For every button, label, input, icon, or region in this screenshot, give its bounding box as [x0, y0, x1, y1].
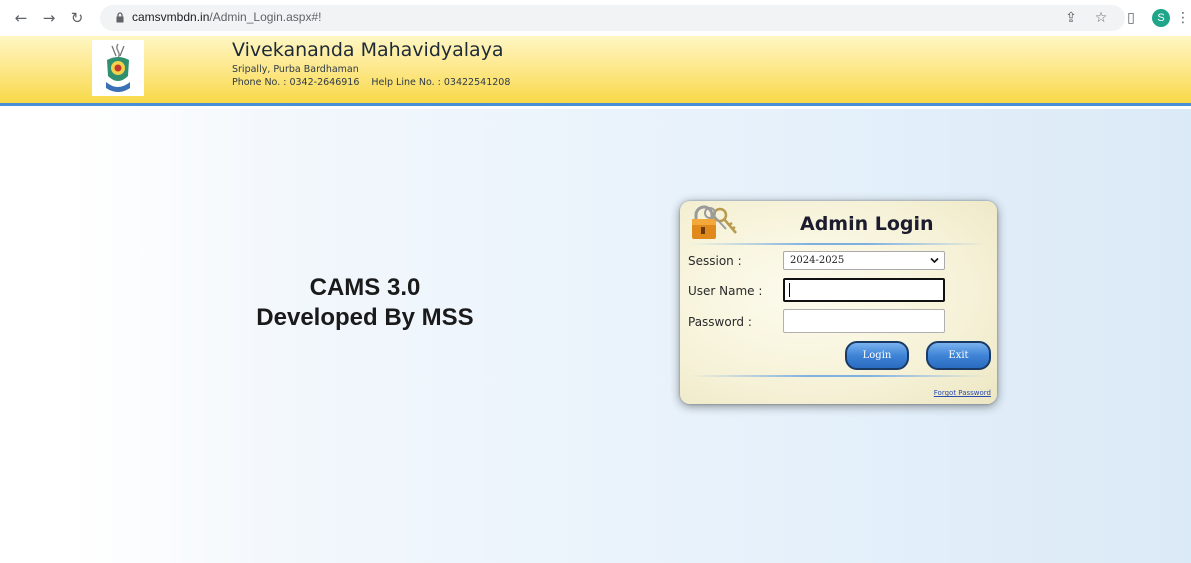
- chevron-down-icon: [930, 257, 939, 264]
- site-header: Vivekananda Mahavidyalaya Sripally, Purb…: [0, 36, 1191, 106]
- college-contact: Phone No. : 0342-2646916 Help Line No. : …: [232, 77, 522, 88]
- product-title: CAMS 3.0 Developed By MSS: [220, 273, 510, 333]
- side-panel-icon[interactable]: ▯: [1122, 9, 1140, 27]
- footer-divider: [690, 375, 986, 377]
- username-field[interactable]: [783, 278, 945, 302]
- college-address: Sripally, Purba Bardhaman: [232, 64, 359, 75]
- login-button[interactable]: Login: [845, 341, 909, 370]
- url-text: camsvmbdn.in/Admin_Login.aspx#!: [132, 10, 321, 24]
- college-name: Vivekananda Mahavidyalaya: [232, 39, 504, 61]
- url-path: /Admin_Login.aspx#!: [209, 10, 322, 24]
- main-content: CAMS 3.0 Developed By MSS: [0, 109, 1191, 563]
- lock-keys-icon: [692, 205, 737, 239]
- back-arrow-icon[interactable]: ←: [12, 9, 30, 27]
- reload-icon[interactable]: ↻: [68, 9, 86, 27]
- product-title-line1: CAMS 3.0: [309, 274, 421, 301]
- username-label: User Name :: [688, 284, 763, 298]
- lock-icon: [116, 12, 124, 23]
- login-title: Admin Login: [800, 213, 934, 235]
- address-bar[interactable]: camsvmbdn.in/Admin_Login.aspx#!: [100, 5, 1125, 31]
- exit-button[interactable]: Exit: [926, 341, 991, 370]
- helpline-number: Help Line No. : 03422541208: [371, 77, 511, 88]
- product-title-line2: Developed By MSS: [256, 304, 474, 331]
- share-icon[interactable]: ⇪: [1062, 9, 1080, 27]
- session-dropdown[interactable]: 2024-2025: [783, 251, 945, 270]
- profile-avatar[interactable]: S: [1152, 9, 1170, 27]
- browser-toolbar: ← → ↻ camsvmbdn.in/Admin_Login.aspx#! ⇪ …: [0, 0, 1191, 36]
- title-divider: [690, 243, 986, 245]
- text-caret: [789, 283, 790, 297]
- bookmark-star-icon[interactable]: ☆: [1092, 9, 1110, 27]
- session-label: Session :: [688, 254, 742, 268]
- password-field[interactable]: [783, 309, 945, 333]
- forward-arrow-icon[interactable]: →: [40, 9, 58, 27]
- forgot-password-link[interactable]: Forgot Password: [934, 389, 991, 397]
- session-selected-value: 2024-2025: [790, 255, 845, 266]
- more-menu-icon[interactable]: ⋮: [1176, 9, 1190, 27]
- password-label: Password :: [688, 315, 752, 329]
- url-domain: camsvmbdn.in: [132, 10, 210, 24]
- admin-login-panel: Admin Login Session : 2024-2025 User Nam…: [680, 201, 997, 404]
- college-logo-icon: [92, 40, 144, 96]
- phone-number: Phone No. : 0342-2646916: [232, 77, 360, 88]
